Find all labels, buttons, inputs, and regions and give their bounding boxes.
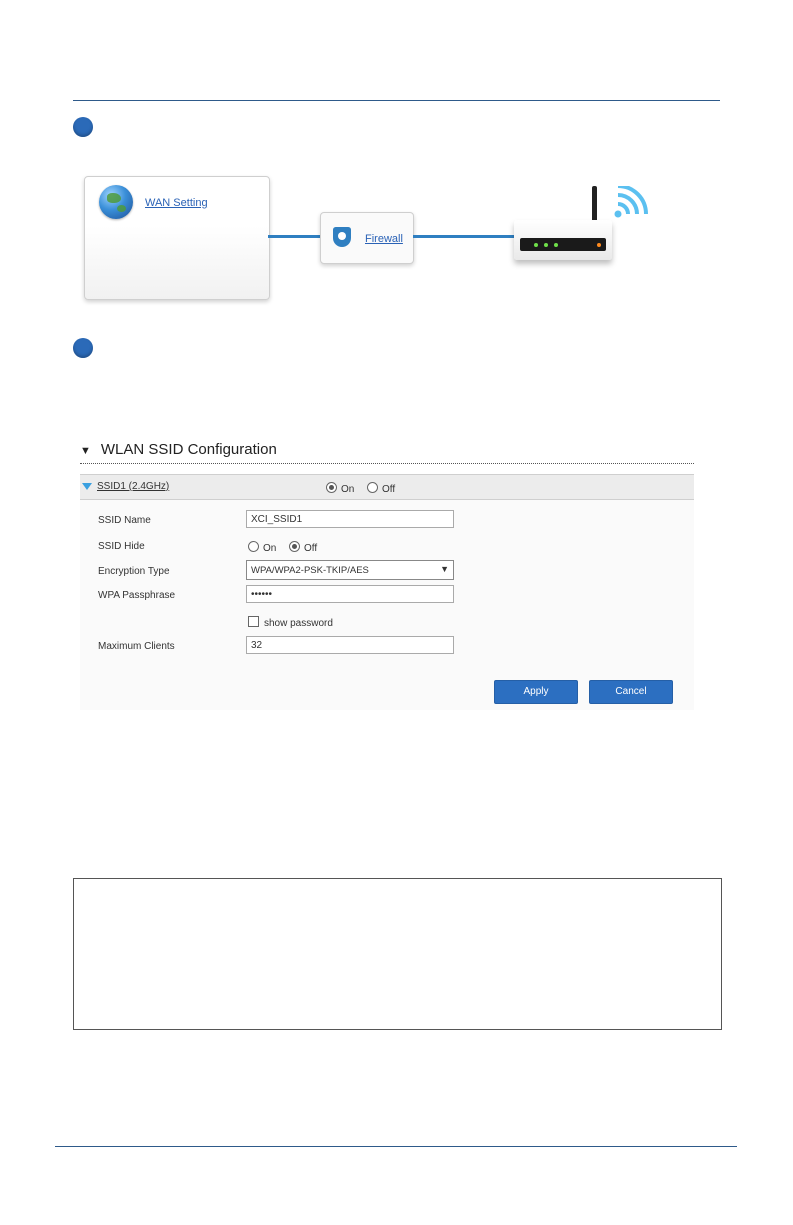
radio-checked-icon <box>289 541 300 552</box>
radio-label: Off <box>304 543 318 554</box>
encryption-type-label: Encryption Type <box>98 566 170 577</box>
globe-icon <box>99 185 133 219</box>
router-icon <box>514 220 612 260</box>
wan-setting-card[interactable]: WAN Setting <box>84 176 270 300</box>
step-2-marker <box>73 338 93 358</box>
wan-setting-link[interactable]: WAN Setting <box>145 197 208 209</box>
maximum-clients-label: Maximum Clients <box>98 641 175 652</box>
ssid-hide-off-radio[interactable]: Off <box>289 541 317 554</box>
ssid-name-input[interactable] <box>246 510 454 528</box>
led-icon <box>544 243 548 247</box>
radio-label: On <box>341 484 355 495</box>
firewall-link[interactable]: Firewall <box>365 233 403 245</box>
led-icon <box>534 243 538 247</box>
radio-unchecked-icon <box>367 482 378 493</box>
top-divider <box>73 100 720 101</box>
wpa-passphrase-label: WPA Passphrase <box>98 590 176 601</box>
firewall-card[interactable]: Firewall <box>320 212 414 264</box>
passphrase-mask: •••••• <box>251 589 273 600</box>
connector-line <box>268 235 320 238</box>
section-divider <box>80 463 694 464</box>
encryption-type-select[interactable]: WPA/WPA2-PSK-TKIP/AES ▼ <box>246 560 454 580</box>
ssid-hide-on-radio[interactable]: On <box>248 541 276 554</box>
radio-label: Off <box>382 484 396 495</box>
ssid1-label[interactable]: SSID1 (2.4GHz) <box>97 481 169 492</box>
step-1-marker <box>73 117 93 137</box>
shield-icon <box>333 227 351 247</box>
chevron-down-icon: ▼ <box>440 564 449 574</box>
wlan-section-title[interactable]: ▼ WLAN SSID Configuration <box>80 441 277 458</box>
radio-checked-icon <box>326 482 337 493</box>
connector-line <box>413 235 514 238</box>
show-password-checkbox[interactable]: show password <box>248 616 333 629</box>
bottom-divider <box>55 1146 737 1147</box>
radio-label: On <box>263 543 277 554</box>
checkbox-icon <box>248 616 259 627</box>
note-box <box>73 878 722 1030</box>
router-front-panel <box>520 238 606 251</box>
expand-triangle-icon <box>82 483 92 490</box>
collapse-triangle-icon: ▼ <box>80 445 91 457</box>
wpa-passphrase-input[interactable]: •••••• <box>246 585 454 603</box>
led-icon <box>597 243 601 247</box>
wifi-icon <box>614 186 648 218</box>
checkbox-label: show password <box>264 618 333 629</box>
cancel-button[interactable]: Cancel <box>589 680 673 704</box>
ssid-name-label: SSID Name <box>98 515 151 526</box>
ssid1-header[interactable]: SSID1 (2.4GHz) On Off <box>80 474 694 500</box>
router-antenna <box>592 186 597 224</box>
wlan-ssid-panel: SSID1 (2.4GHz) On Off SSID Name SSID Hid… <box>80 474 694 710</box>
apply-button[interactable]: Apply <box>494 680 578 704</box>
ssid1-off-radio[interactable]: Off <box>367 482 395 495</box>
radio-unchecked-icon <box>248 541 259 552</box>
maximum-clients-input[interactable] <box>246 636 454 654</box>
select-value: WPA/WPA2-PSK-TKIP/AES <box>251 565 369 576</box>
section-title-text: WLAN SSID Configuration <box>100 441 277 458</box>
ssid-hide-label: SSID Hide <box>98 541 145 552</box>
ssid1-on-radio[interactable]: On <box>326 482 354 495</box>
led-icon <box>554 243 558 247</box>
